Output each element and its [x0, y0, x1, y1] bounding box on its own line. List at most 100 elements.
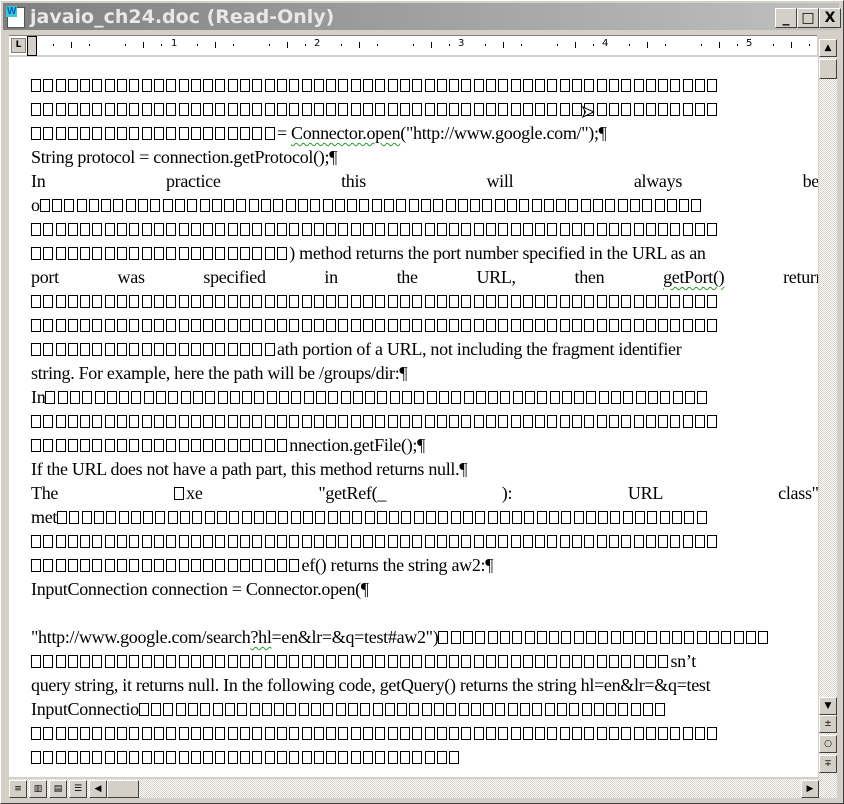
- missing-glyph-box: [387, 103, 398, 116]
- missing-glyph-box: [315, 511, 326, 524]
- horizontal-ruler[interactable]: L 1 2 3 4 5: [9, 35, 817, 56]
- missing-glyph-box: [240, 727, 251, 740]
- missing-glyph-box: [510, 535, 521, 548]
- scroll-up-button[interactable]: ▲: [819, 39, 837, 57]
- tab-stop-selector[interactable]: L: [11, 38, 26, 53]
- next-page-button[interactable]: ∓: [819, 755, 837, 773]
- missing-glyph-box: [80, 127, 91, 140]
- missing-glyph-box: [104, 79, 115, 92]
- missing-glyph-box: [203, 415, 214, 428]
- missing-glyph-box: [424, 535, 435, 548]
- doc-line: [31, 531, 818, 555]
- missing-glyph-box: [70, 391, 80, 404]
- missing-glyph-box: [227, 103, 238, 116]
- missing-glyph-box: [695, 223, 706, 236]
- web-layout-view-button[interactable]: ▥: [29, 780, 47, 798]
- missing-glyph-box: [153, 727, 164, 740]
- print-layout-view-button[interactable]: ▤: [49, 780, 67, 798]
- doc-line: = Connector.open("http://www.google.com/…: [31, 123, 818, 147]
- missing-glyph-box: [485, 727, 496, 740]
- minimize-button[interactable]: _: [775, 8, 797, 28]
- missing-glyph-box: [375, 295, 386, 308]
- missing-glyph-box: [611, 391, 622, 404]
- word-document-icon[interactable]: W: [6, 6, 25, 28]
- missing-glyph-box: [645, 727, 656, 740]
- close-button[interactable]: X: [819, 8, 841, 28]
- scroll-thumb[interactable]: [819, 59, 837, 79]
- missing-glyph-box: [327, 511, 338, 524]
- missing-glyph-box: [424, 655, 435, 668]
- missing-glyph-box: [360, 703, 371, 716]
- missing-glyph-box: [203, 559, 214, 572]
- missing-glyph-box: [363, 727, 374, 740]
- missing-glyph-box: [572, 319, 583, 332]
- vertical-scrollbar[interactable]: ▲ ▼ ± ○ ∓: [819, 39, 837, 779]
- missing-glyph-box: [203, 727, 214, 740]
- missing-glyph-box: [549, 391, 560, 404]
- missing-glyph-box: [658, 535, 669, 548]
- missing-glyph-box: [190, 535, 201, 548]
- scroll-left-button[interactable]: ◀: [89, 780, 107, 798]
- missing-glyph-box: [153, 295, 164, 308]
- maximize-button[interactable]: □: [797, 8, 819, 28]
- missing-glyph-box: [178, 751, 189, 764]
- missing-glyph-box: [450, 631, 461, 644]
- missing-glyph-box: [227, 415, 238, 428]
- missing-glyph-box: [227, 559, 238, 572]
- select-browse-object-button[interactable]: ○: [819, 735, 837, 753]
- missing-glyph-box: [608, 535, 619, 548]
- missing-glyph-box: [227, 655, 238, 668]
- title-bar[interactable]: W javaio_ch24.doc (Read-Only) _ □ X: [3, 3, 841, 30]
- missing-glyph-box: [535, 319, 546, 332]
- missing-glyph-box: [129, 727, 140, 740]
- missing-glyph-box: [421, 703, 432, 716]
- missing-glyph-box: [252, 223, 263, 236]
- missing-glyph-box: [178, 319, 189, 332]
- missing-glyph-box: [338, 655, 349, 668]
- missing-glyph-box: [67, 295, 78, 308]
- missing-glyph-box: [574, 391, 585, 404]
- missing-glyph-box: [215, 79, 226, 92]
- missing-glyph-box: [153, 343, 164, 356]
- horizontal-scrollbar[interactable]: ≡ ▥ ▤ ☰ ◀ ▶: [9, 779, 837, 798]
- missing-glyph-box: [488, 391, 499, 404]
- missing-glyph-box: [217, 391, 228, 404]
- missing-glyph-box: [264, 727, 275, 740]
- horizontal-scroll-thumb[interactable]: [107, 780, 139, 798]
- previous-page-button[interactable]: ±: [819, 715, 837, 733]
- missing-glyph-box: [67, 415, 78, 428]
- missing-glyph-box: [412, 751, 423, 764]
- missing-glyph-box: [166, 295, 177, 308]
- missing-glyph-box: [104, 439, 115, 452]
- missing-glyph-box: [449, 103, 460, 116]
- missing-glyph-box: [163, 703, 174, 716]
- missing-glyph-box: [67, 439, 78, 452]
- missing-glyph-box: [55, 439, 66, 452]
- missing-glyph-box: [80, 559, 91, 572]
- missing-glyph-box: [510, 727, 521, 740]
- missing-glyph-box: [461, 655, 472, 668]
- scroll-down-button[interactable]: ▼: [819, 697, 837, 715]
- normal-view-button[interactable]: ≡: [9, 780, 27, 798]
- doc-line: "http://www.google.com/search?hl=en&lr=&…: [31, 627, 818, 651]
- missing-glyph-box: [363, 295, 374, 308]
- missing-glyph-box: [166, 247, 177, 260]
- missing-glyph-box: [584, 319, 595, 332]
- indent-marker[interactable]: [27, 36, 37, 56]
- missing-glyph-box: [377, 391, 388, 404]
- missing-glyph-box: [485, 415, 496, 428]
- doc-line: ef() returns the string aw2:¶: [31, 555, 818, 579]
- scroll-right-button[interactable]: ▶: [801, 780, 819, 798]
- missing-glyph-box: [313, 535, 324, 548]
- document-page[interactable]: = Connector.open("http://www.google.com/…: [9, 57, 818, 777]
- missing-glyph-box: [141, 319, 152, 332]
- missing-glyph-box: [129, 439, 140, 452]
- missing-glyph-box: [289, 103, 300, 116]
- missing-glyph-box: [313, 415, 324, 428]
- missing-glyph-box: [547, 535, 558, 548]
- missing-glyph-box: [166, 223, 177, 236]
- outline-view-button[interactable]: ☰: [69, 780, 87, 798]
- missing-glyph-box: [190, 103, 201, 116]
- missing-glyph-box: [584, 223, 595, 236]
- missing-glyph-box: [141, 439, 152, 452]
